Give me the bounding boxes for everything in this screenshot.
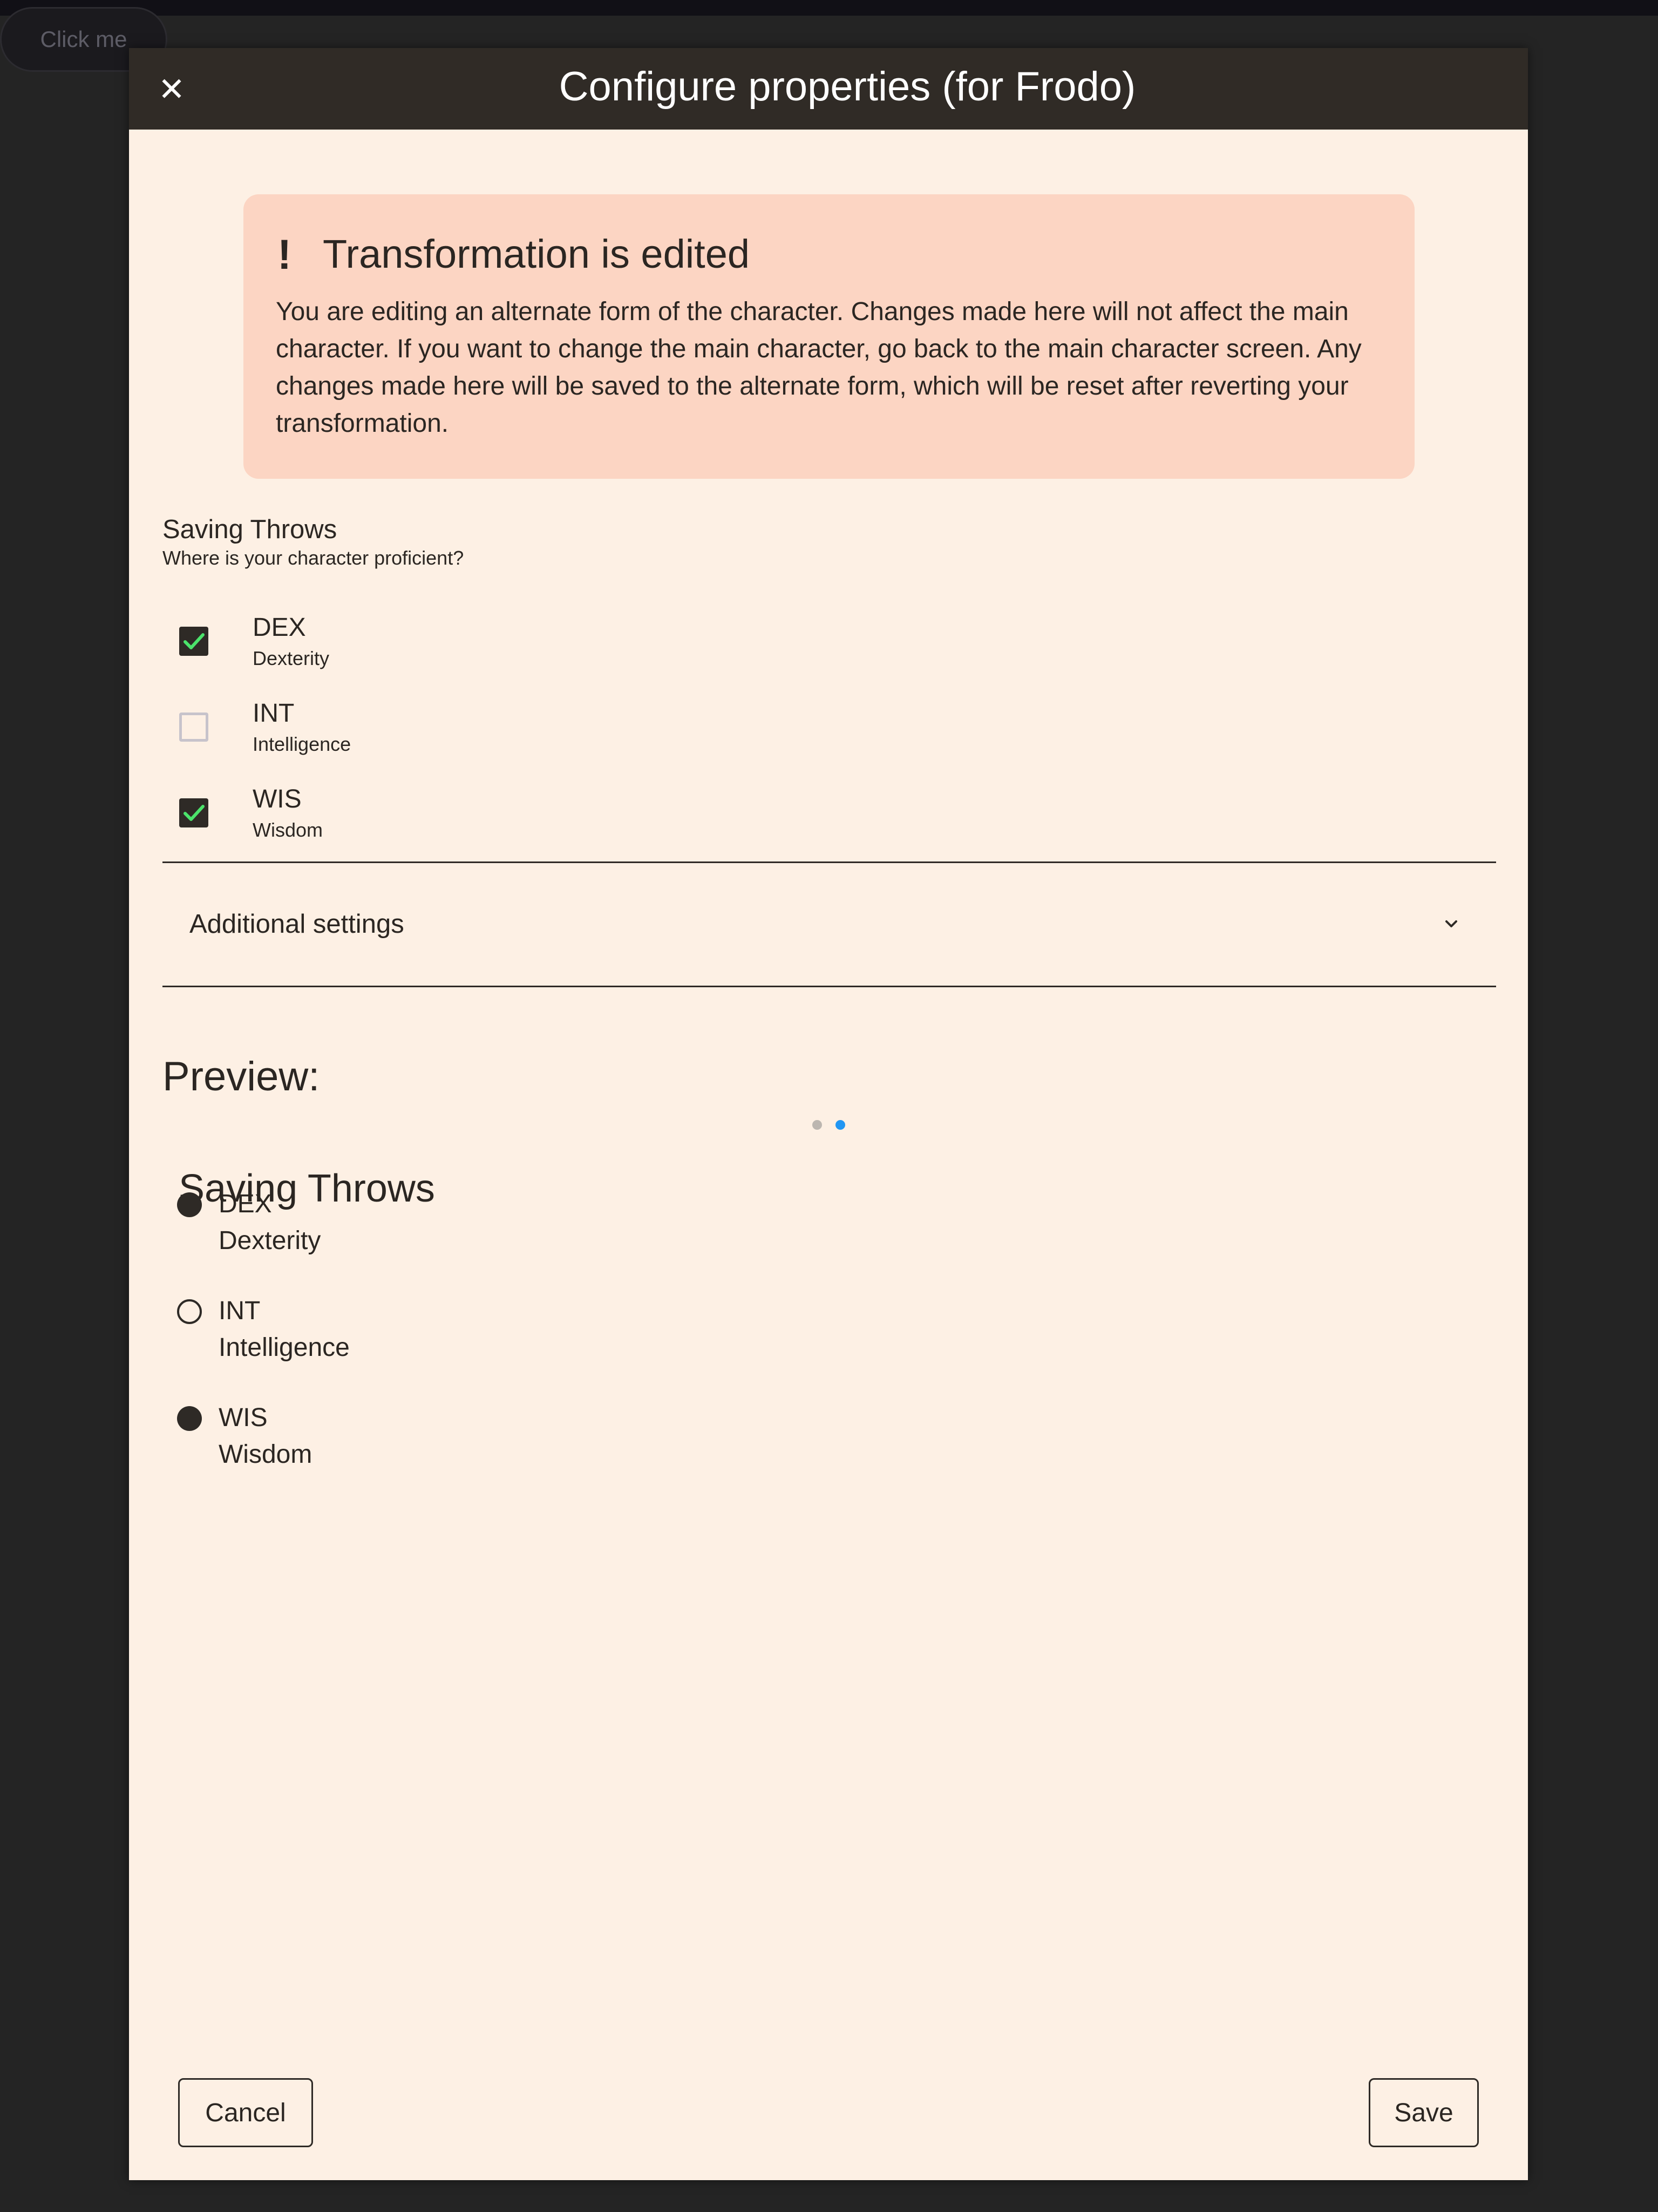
preview-saving-throws-title: Saving Throws [179,1167,435,1210]
dex-proficiency-indicator [177,1192,202,1217]
dex-checkbox[interactable] [179,627,208,656]
exclamation-icon: ! [277,230,291,278]
additional-settings-accordion[interactable]: Additional settings [162,863,1496,986]
divider [162,986,1496,987]
saving-throws-subtitle: Where is your character proficient? [162,547,464,569]
additional-settings-label: Additional settings [189,910,404,939]
preview-wis-sublabel: Wisdom [219,1440,312,1469]
cancel-button[interactable]: Cancel [178,2078,313,2147]
preview-dex-sublabel: Dexterity [219,1226,321,1255]
check-icon [184,633,205,649]
wis-proficiency-indicator [177,1406,202,1431]
pager-dot-2-active[interactable] [835,1120,845,1130]
preview-int-sublabel: Intelligence [219,1333,350,1362]
int-sublabel: Intelligence [253,733,351,755]
chevron-down-icon [1445,920,1457,927]
pager-dot-1[interactable] [812,1120,822,1130]
int-label: INT [253,699,295,728]
int-proficiency-indicator [177,1299,202,1324]
dex-sublabel: Dexterity [253,647,330,669]
configure-properties-dialog: Configure properties (for Frodo) ✕ ! Tra… [129,48,1528,2180]
int-checkbox[interactable] [179,713,208,742]
saving-throw-option-wis[interactable]: WIS Wisdom [129,770,777,851]
top-bar [0,0,1658,16]
preview-int-label: INT [219,1297,261,1325]
preview-dex-label: DEX [219,1190,272,1218]
dialog-title: Configure properties (for Frodo) [559,64,1136,110]
alert-body: You are editing an alternate form of the… [276,297,1362,438]
saving-throw-option-int[interactable]: INT Intelligence [129,684,777,765]
save-button[interactable]: Save [1369,2078,1479,2147]
dex-label: DEX [253,613,306,642]
alert-title: Transformation is edited [323,232,750,276]
wis-label: WIS [253,785,302,813]
check-icon [184,805,205,821]
preview-label: Preview: [162,1054,320,1100]
transformation-alert: ! Transformation is edited You are editi… [243,194,1415,479]
saving-throw-option-dex[interactable]: DEX Dexterity [129,599,777,680]
dialog-header: Configure properties (for Frodo) ✕ [129,48,1528,130]
wis-sublabel: Wisdom [253,819,323,841]
preview-wis-label: WIS [219,1403,268,1432]
close-icon[interactable]: ✕ [153,71,191,108]
wis-checkbox[interactable] [179,798,208,827]
saving-throws-title: Saving Throws [162,515,337,544]
